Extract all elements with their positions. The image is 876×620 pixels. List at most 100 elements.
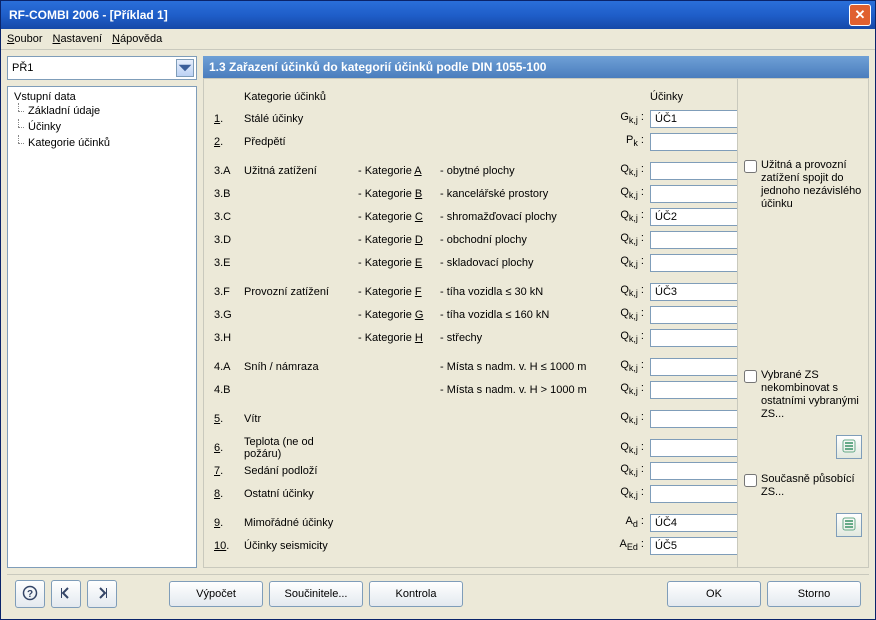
row-number: 10.: [214, 540, 240, 552]
checkbox-no-combine[interactable]: [744, 370, 757, 383]
row-description: - obytné plochy: [440, 165, 610, 177]
row-category: - Kategorie H: [358, 332, 436, 344]
menubar: Soubor Nastavení Nápověda: [1, 29, 875, 50]
row-value-input[interactable]: [650, 358, 737, 376]
check-button[interactable]: Kontrola: [369, 581, 463, 607]
row-value-input[interactable]: [650, 485, 737, 503]
prev-button[interactable]: [51, 580, 81, 608]
factors-button[interactable]: Součinitele...: [269, 581, 363, 607]
row-number: 6.: [214, 442, 240, 454]
ok-button[interactable]: OK: [667, 581, 761, 607]
row-label: Stálé účinky: [244, 113, 354, 125]
category-row: 3.G- Kategorie G- tíha vozidla ≤ 160 kNQ…: [214, 303, 727, 326]
row-value-input[interactable]: ÚČ2: [650, 208, 737, 226]
category-row: 10.Účinky seismicityAEd :ÚČ5: [214, 534, 727, 557]
left-column: PŘ1 Vstupní data Základní údaje Účinky K…: [7, 56, 197, 568]
cancel-button[interactable]: Storno: [767, 581, 861, 607]
category-row: 4.B- Místa s nadm. v. H > 1000 mQk,j :: [214, 378, 727, 401]
option-no-combine: Vybrané ZS nekombinovat s ostatními vybr…: [744, 369, 862, 421]
row-value-input[interactable]: [650, 410, 737, 428]
tree-item-categories[interactable]: Kategorie účinků: [14, 135, 190, 151]
row-symbol: Gk,j :: [614, 111, 646, 125]
checkbox-simultaneous[interactable]: [744, 474, 757, 487]
nav-tree: Vstupní data Základní údaje Účinky Kateg…: [7, 86, 197, 568]
row-value-input[interactable]: [650, 381, 737, 399]
button-simultaneous-details[interactable]: [836, 513, 862, 537]
titlebar: RF-COMBI 2006 - [Příklad 1] ✕: [1, 1, 875, 29]
arrow-right-icon: [94, 585, 110, 604]
row-symbol: Qk,j :: [614, 411, 646, 425]
checkbox-merge-loads[interactable]: [744, 160, 757, 173]
next-button[interactable]: [87, 580, 117, 608]
category-row: 3.E- Kategorie E- skladovací plochyQk,j …: [214, 251, 727, 274]
row-symbol: Qk,j :: [614, 209, 646, 223]
work-row: PŘ1 Vstupní data Základní údaje Účinky K…: [7, 56, 869, 568]
label-simultaneous: Současně působící ZS...: [761, 473, 862, 499]
row-symbol: Qk,j :: [614, 463, 646, 477]
row-value-input[interactable]: [650, 231, 737, 249]
tree-item-basic[interactable]: Základní údaje: [14, 103, 190, 119]
row-value-input[interactable]: [650, 254, 737, 272]
menu-help[interactable]: Nápověda: [112, 33, 162, 45]
category-row: 3.H- Kategorie H- střechyQk,j :: [214, 326, 727, 349]
row-symbol: Qk,j :: [614, 441, 646, 455]
list-icon: [842, 439, 856, 456]
label-merge-loads: Užitná a provozní zatížení spojit do jed…: [761, 159, 862, 211]
row-symbol: Qk,j :: [614, 307, 646, 321]
header-actions: Účinky: [650, 91, 737, 103]
chevron-down-icon: [176, 59, 194, 77]
main-body: Kategorie účinků Účinky 1.Stálé účinkyGk…: [203, 78, 869, 568]
label-no-combine: Vybrané ZS nekombinovat s ostatními vybr…: [761, 369, 862, 421]
row-category: - Kategorie B: [358, 188, 436, 200]
menu-settings[interactable]: Nastavení: [52, 33, 102, 45]
row-label: Provozní zatížení: [244, 286, 354, 298]
help-icon: ?: [22, 585, 38, 604]
row-label: Předpětí: [244, 136, 354, 148]
row-value-input[interactable]: [650, 462, 737, 480]
row-symbol: Qk,j :: [614, 284, 646, 298]
menu-file[interactable]: Soubor: [7, 33, 42, 45]
row-description: - střechy: [440, 332, 610, 344]
category-row: 3.C- Kategorie C- shromažďovací plochyQk…: [214, 205, 727, 228]
tree-root[interactable]: Vstupní data: [14, 91, 190, 103]
category-row: 5.VítrQk,j :: [214, 407, 727, 430]
row-category: - Kategorie F: [358, 286, 436, 298]
category-row: 6.Teplota (ne od požáru)Qk,j :: [214, 436, 727, 459]
form-area: Kategorie účinků Účinky 1.Stálé účinkyGk…: [204, 79, 737, 567]
row-value-input[interactable]: [650, 306, 737, 324]
header-category: Kategorie účinků: [244, 91, 610, 103]
option-simultaneous: Současně působící ZS...: [744, 473, 862, 499]
row-label: Sedání podloží: [244, 465, 354, 477]
row-number: 3.F: [214, 286, 240, 298]
close-icon: ✕: [855, 7, 866, 23]
row-symbol: Qk,j :: [614, 163, 646, 177]
calc-button[interactable]: Výpočet: [169, 581, 263, 607]
row-symbol: AEd :: [614, 538, 646, 552]
row-number: 3.B: [214, 188, 240, 200]
close-button[interactable]: ✕: [849, 4, 871, 26]
tree-item-actions[interactable]: Účinky: [14, 119, 190, 135]
row-value-input[interactable]: ÚČ5: [650, 537, 737, 555]
row-description: - obchodní plochy: [440, 234, 610, 246]
row-value-input[interactable]: ÚČ3: [650, 283, 737, 301]
button-no-combine-details[interactable]: [836, 435, 862, 459]
category-row: 3.F Provozní zatížení - Kategorie F - tíha …: [214, 280, 727, 303]
row-number: 4.B: [214, 384, 240, 396]
row-description: - tíha vozidla ≤ 30 kN: [440, 286, 610, 298]
row-description: - Místa s nadm. v. H ≤ 1000 m: [440, 361, 610, 373]
option-merge-loads: Užitná a provozní zatížení spojit do jed…: [744, 159, 862, 211]
row-description: - shromažďovací plochy: [440, 211, 610, 223]
row-number: 5.: [214, 413, 240, 425]
row-value-input[interactable]: [650, 329, 737, 347]
footer: ? Výpočet Součinitele... Kontrola OK Sto…: [7, 574, 869, 613]
row-value-input[interactable]: [650, 162, 737, 180]
row-value-input[interactable]: [650, 439, 737, 457]
case-selector[interactable]: PŘ1: [7, 56, 197, 80]
row-value-input[interactable]: ÚČ1: [650, 110, 737, 128]
help-button[interactable]: ?: [15, 580, 45, 608]
row-symbol: Qk,j :: [614, 330, 646, 344]
row-number: 8.: [214, 488, 240, 500]
row-value-input[interactable]: ÚČ4: [650, 514, 737, 532]
row-value-input[interactable]: [650, 185, 737, 203]
row-value-input[interactable]: [650, 133, 737, 151]
